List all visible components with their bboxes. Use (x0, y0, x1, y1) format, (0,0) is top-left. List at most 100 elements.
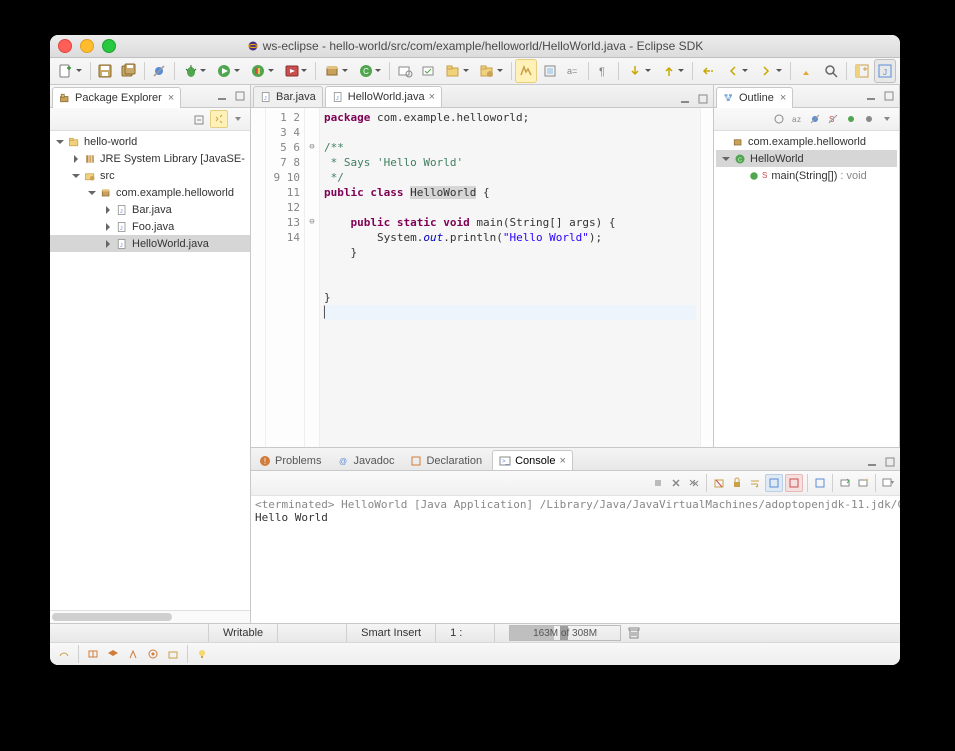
tab-problems[interactable]: ! Problems (253, 451, 327, 470)
outline-class[interactable]: C HelloWorld (716, 150, 897, 167)
clear-console-button[interactable] (711, 475, 727, 491)
editor-body[interactable]: 1 2 3 4 5 6 7 8 9 10 11 12 13 14 ⊖⊖ pack… (251, 108, 713, 447)
tree-jre[interactable]: JRE System Library [JavaSE- (50, 150, 250, 167)
package-explorer-hscroll[interactable] (50, 610, 250, 623)
tree-project[interactable]: hello-world (50, 133, 250, 150)
back-button[interactable] (721, 59, 753, 83)
maximize-view-button[interactable] (881, 88, 897, 104)
coverage-button[interactable] (246, 59, 278, 83)
hide-fields-button[interactable] (807, 111, 823, 127)
minimize-view-button[interactable] (863, 88, 879, 104)
trim-show-key-assist-button[interactable] (56, 646, 72, 662)
tree-file-foo[interactable]: J Foo.java (50, 218, 250, 235)
toggle-block-selection-button[interactable] (539, 59, 561, 83)
search-button[interactable] (821, 59, 843, 83)
remove-launch-button[interactable] (668, 475, 684, 491)
show-whitespace-button[interactable]: a= (562, 59, 584, 83)
show-paragraph-button[interactable]: ¶ (593, 59, 615, 83)
new-class-button[interactable]: C (354, 59, 386, 83)
close-icon[interactable]: × (559, 455, 565, 467)
close-icon[interactable]: × (429, 91, 435, 103)
sort-button[interactable]: az (789, 111, 805, 127)
tab-declaration[interactable]: Declaration (404, 451, 488, 470)
code-area[interactable]: package com.example.helloworld; /** * Sa… (320, 108, 700, 447)
new-source-folder-button[interactable] (475, 59, 507, 83)
maximize-view-button[interactable] (882, 454, 898, 470)
run-external-button[interactable] (280, 59, 312, 83)
pin-editor-button[interactable] (795, 59, 817, 83)
show-standard-err-button[interactable] (785, 474, 803, 492)
maximize-editor-button[interactable] (695, 91, 711, 107)
skip-breakpoints-button[interactable] (148, 59, 170, 83)
prev-annotation-button[interactable] (657, 59, 689, 83)
open-perspective-button[interactable] (851, 59, 873, 83)
next-annotation-button[interactable] (623, 59, 655, 83)
java-perspective-button[interactable]: J (874, 59, 896, 83)
hide-local-types-button[interactable] (861, 111, 877, 127)
overview-ruler[interactable] (700, 108, 713, 447)
hide-static-button[interactable]: S (825, 111, 841, 127)
display-selected-console-button[interactable] (837, 475, 853, 491)
save-button[interactable] (95, 59, 117, 83)
new-button[interactable] (54, 59, 86, 83)
zoom-window-button[interactable] (102, 39, 116, 53)
toggle-mark-occurrences-button[interactable] (515, 59, 537, 83)
new-package-button[interactable] (320, 59, 352, 83)
package-explorer-tree[interactable]: hello-world JRE System Library [JavaSE- … (50, 131, 250, 610)
trim-updates-button[interactable] (165, 646, 181, 662)
remove-all-launches-button[interactable] (686, 475, 702, 491)
hide-non-public-button[interactable] (843, 111, 859, 127)
outline-tab[interactable]: Outline × (716, 87, 793, 108)
outline-tree[interactable]: com.example.helloworld C HelloWorld S ma… (714, 131, 899, 447)
minimize-view-button[interactable] (214, 88, 230, 104)
open-console-button[interactable]: + (855, 475, 871, 491)
link-with-editor-button[interactable] (210, 110, 228, 128)
trim-tip-button[interactable] (194, 646, 210, 662)
close-window-button[interactable] (58, 39, 72, 53)
breakpoint-ruler[interactable] (251, 108, 266, 447)
view-menu-button[interactable] (230, 111, 246, 127)
trim-tutorials-button[interactable] (85, 646, 101, 662)
show-standard-out-button[interactable] (765, 474, 783, 492)
tree-file-bar[interactable]: J Bar.java (50, 201, 250, 218)
terminate-button[interactable] (650, 475, 666, 491)
word-wrap-button[interactable] (747, 475, 763, 491)
trim-whatsnew-button[interactable] (145, 646, 161, 662)
view-menu-button[interactable] (879, 111, 895, 127)
package-explorer-tab[interactable]: Package Explorer × (52, 87, 181, 108)
tab-javadoc[interactable]: @ Javadoc (331, 451, 400, 470)
maximize-view-button[interactable] (232, 88, 248, 104)
save-all-button[interactable] (118, 59, 140, 83)
editor-tab-helloworld-java[interactable]: J HelloWorld.java × (325, 86, 442, 107)
new-java-project-button[interactable] (441, 59, 473, 83)
tab-console[interactable]: >_ Console × (492, 450, 573, 470)
folding-ruler[interactable]: ⊖⊖ (305, 108, 320, 447)
open-type-button[interactable] (394, 59, 416, 83)
tree-file-helloworld[interactable]: J HelloWorld.java (50, 235, 250, 252)
outline-package[interactable]: com.example.helloworld (716, 133, 897, 150)
forward-button[interactable] (754, 59, 786, 83)
console-output[interactable]: <terminated> HelloWorld [Java Applicatio… (251, 496, 900, 623)
minimize-editor-button[interactable] (677, 91, 693, 107)
collapse-all-button[interactable] (192, 111, 208, 127)
focus-on-active-task-button[interactable] (771, 111, 787, 127)
open-task-button[interactable] (418, 59, 440, 83)
debug-button[interactable] (179, 59, 211, 83)
editor-tab-bar-java[interactable]: J Bar.java (253, 86, 323, 107)
minimize-view-button[interactable] (864, 454, 880, 470)
tree-src[interactable]: src (50, 167, 250, 184)
minimize-window-button[interactable] (80, 39, 94, 53)
close-icon[interactable]: × (168, 92, 174, 104)
last-edit-location-button[interactable] (697, 59, 719, 83)
run-button[interactable] (212, 59, 244, 83)
trim-mortarboard-button[interactable] (105, 646, 121, 662)
scroll-lock-button[interactable] (729, 475, 745, 491)
close-icon[interactable]: × (780, 92, 786, 104)
tree-package[interactable]: com.example.helloworld (50, 184, 250, 201)
trim-samples-button[interactable] (125, 646, 141, 662)
heap-monitor[interactable]: 163M of 308M (509, 625, 621, 641)
new-console-view-button[interactable] (880, 475, 896, 491)
outline-method-main[interactable]: S main(String[]) : void (716, 167, 897, 184)
pin-console-button[interactable] (812, 475, 828, 491)
run-gc-button[interactable] (627, 626, 641, 640)
